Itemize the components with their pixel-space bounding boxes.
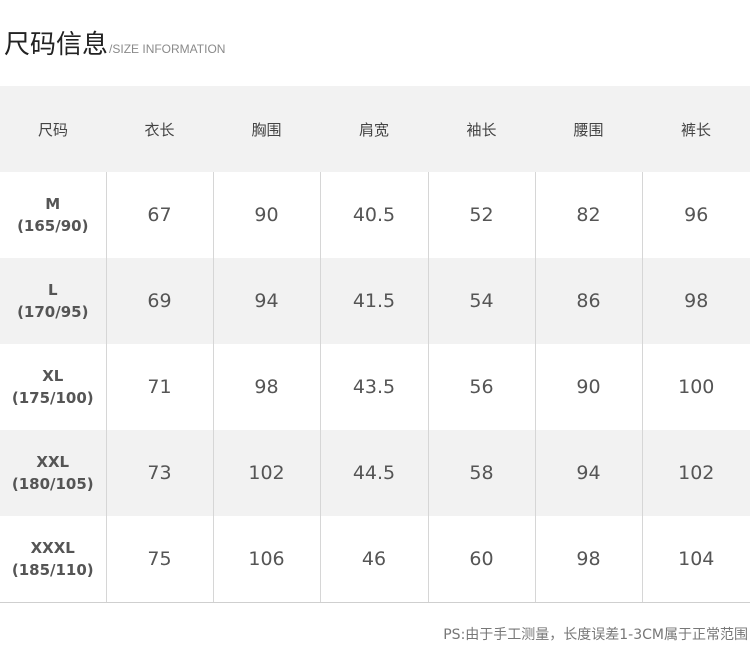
- size-cell: L (170/95): [0, 258, 106, 344]
- header-chest: 胸围: [251, 120, 282, 139]
- size-name: XXXL: [30, 539, 75, 557]
- value-cell: 96: [641, 172, 750, 258]
- value-cell: 67: [105, 172, 213, 258]
- value-cell: 104: [641, 516, 750, 602]
- measurement-note: PS:由于手工测量，长度误差1-3CM属于正常范围: [443, 627, 748, 643]
- header-length: 衣长: [144, 120, 175, 139]
- value-cell: 90: [212, 172, 320, 258]
- value-cell: 106: [212, 516, 320, 602]
- size-cell: XL (175/100): [0, 344, 106, 430]
- size-name: M: [45, 195, 61, 213]
- header-size: 尺码: [37, 120, 68, 139]
- value-cell: 40.5: [319, 172, 428, 258]
- size-name: L: [47, 281, 58, 299]
- value-cell: 60: [427, 516, 535, 602]
- value-cell: 46: [319, 516, 428, 602]
- value-cell: 56: [427, 344, 535, 430]
- size-fit: (175/100): [11, 389, 94, 407]
- table-row: XXL (180/105) 73 102 44.5 58 94 102: [0, 430, 750, 516]
- value-cell: 41.5: [319, 258, 428, 344]
- table-bottom-divider: [0, 602, 750, 603]
- header-waist: 腰围: [573, 120, 604, 139]
- size-fit: (165/90): [17, 217, 89, 235]
- table-row: XL (175/100) 71 98 43.5 56 90 100: [0, 344, 750, 430]
- value-cell: 98: [641, 258, 750, 344]
- value-cell: 86: [534, 258, 642, 344]
- size-cell: XXXL (185/110): [0, 516, 106, 602]
- value-cell: 69: [105, 258, 213, 344]
- size-cell: M (165/90): [0, 172, 106, 258]
- value-cell: 54: [427, 258, 535, 344]
- size-chart-page: 尺码信息 /SIZE INFORMATION 尺码 衣长 胸围 肩宽 袖长 腰围…: [0, 0, 750, 668]
- value-cell: 98: [212, 344, 320, 430]
- value-cell: 75: [105, 516, 213, 602]
- value-cell: 98: [534, 516, 642, 602]
- value-cell: 102: [212, 430, 320, 516]
- value-cell: 94: [534, 430, 642, 516]
- table-row: L (170/95) 69 94 41.5 54 86 98: [0, 258, 750, 344]
- size-fit: (185/110): [11, 561, 94, 579]
- size-cell: XXL (180/105): [0, 430, 106, 516]
- value-cell: 94: [212, 258, 320, 344]
- value-cell: 73: [105, 430, 213, 516]
- table-header-row: 尺码 衣长 胸围 肩宽 袖长 腰围 裤长: [0, 86, 750, 172]
- size-fit: (180/105): [11, 475, 94, 493]
- value-cell: 100: [641, 344, 750, 430]
- value-cell: 71: [105, 344, 213, 430]
- header-shoulder: 肩宽: [358, 120, 389, 139]
- value-cell: 90: [534, 344, 642, 430]
- header-pants-length: 裤长: [680, 120, 711, 139]
- title-subtitle: /SIZE INFORMATION: [109, 42, 226, 56]
- table-row: XXXL (185/110) 75 106 46 60 98 104: [0, 516, 750, 602]
- value-cell: 44.5: [319, 430, 428, 516]
- header-sleeve: 袖长: [466, 120, 497, 139]
- title-main: 尺码信息: [4, 30, 109, 60]
- table-row: M (165/90) 67 90 40.5 52 82 96: [0, 172, 750, 258]
- value-cell: 43.5: [319, 344, 428, 430]
- page-title: 尺码信息 /SIZE INFORMATION: [4, 24, 225, 60]
- value-cell: 82: [534, 172, 642, 258]
- value-cell: 58: [427, 430, 535, 516]
- size-name: XXL: [36, 453, 70, 471]
- value-cell: 52: [427, 172, 535, 258]
- size-name: XL: [42, 367, 64, 385]
- size-fit: (170/95): [17, 303, 89, 321]
- value-cell: 102: [641, 430, 750, 516]
- size-table: 尺码 衣长 胸围 肩宽 袖长 腰围 裤长 M (165/90) 67 90 40…: [0, 86, 750, 602]
